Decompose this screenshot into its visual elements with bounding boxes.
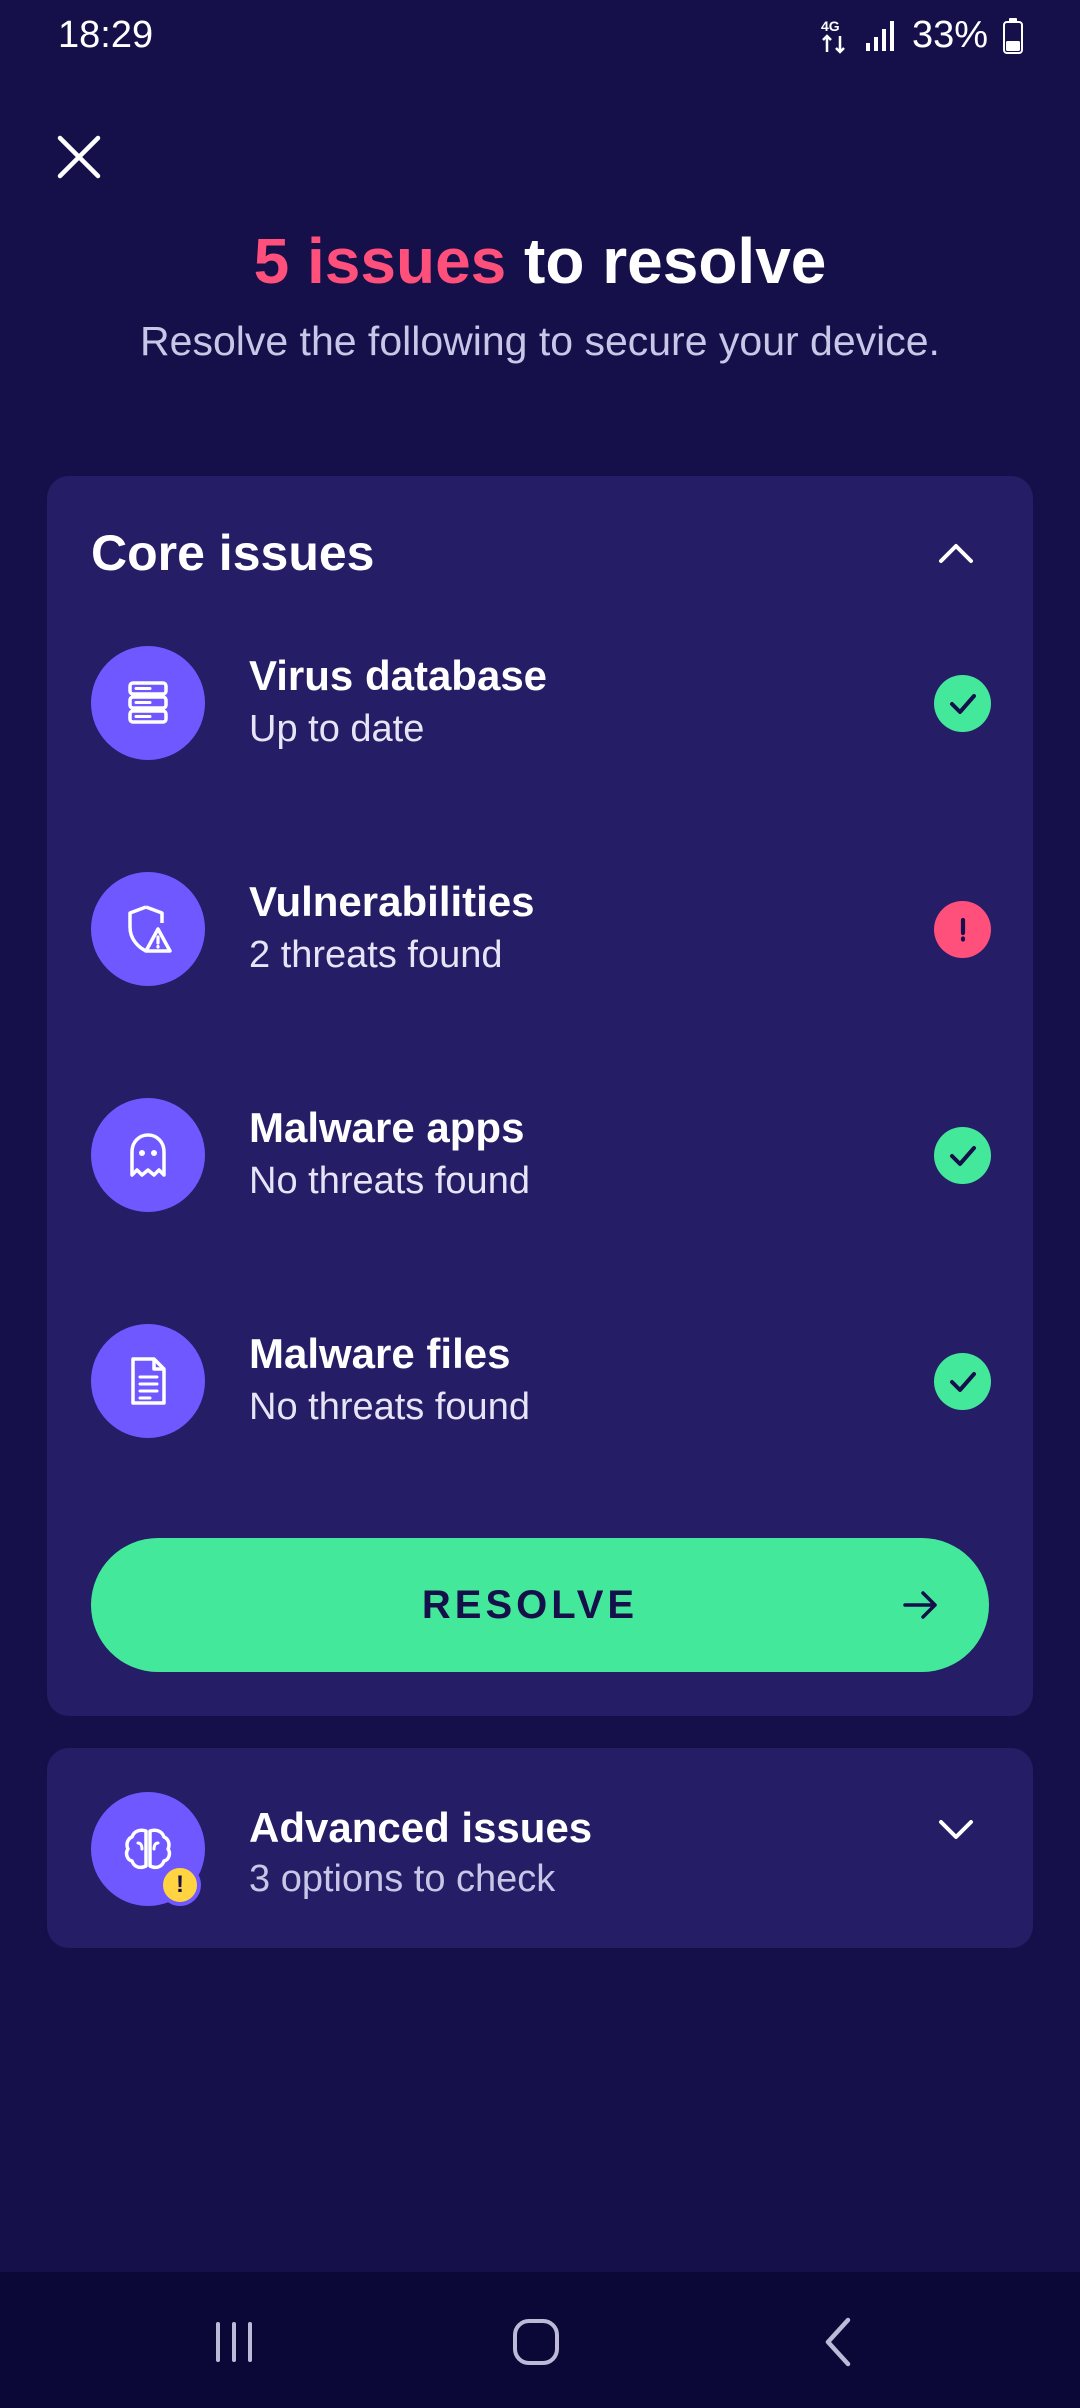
issue-status: 3 options to check <box>249 1858 556 1900</box>
core-issues-card: Core issues Virus database Up to date Vu… <box>47 476 1033 1716</box>
alert-icon <box>934 901 991 958</box>
chevron-up-icon[interactable] <box>935 532 977 574</box>
home-icon[interactable] <box>506 2312 566 2372</box>
issue-status: 2 threats found <box>249 934 503 976</box>
advanced-issues-card[interactable]: ! Advanced issues 3 options to check <box>47 1748 1033 1948</box>
network-4g-icon: 4G <box>821 18 845 54</box>
issue-row-vulnerabilities[interactable]: Vulnerabilities 2 threats found <box>91 872 991 986</box>
shield-warning-icon <box>91 872 205 986</box>
system-nav-bar <box>0 2272 1080 2408</box>
issue-name: Malware apps <box>249 1104 525 1151</box>
recents-icon[interactable] <box>204 2312 264 2372</box>
issues-count: 5 issues <box>253 225 507 297</box>
title-rest: to resolve <box>506 225 827 297</box>
issue-name: Virus database <box>249 652 548 699</box>
status-time: 18:29 <box>58 14 154 56</box>
scan-results-screen: 18:29 4G 33% 5 issues to resolve Resolve… <box>0 0 1080 2408</box>
ghost-icon <box>91 1098 205 1212</box>
core-issues-title: Core issues <box>91 525 375 581</box>
check-icon <box>934 1127 991 1184</box>
battery-icon <box>1003 17 1023 54</box>
back-icon[interactable] <box>810 2312 870 2372</box>
file-icon <box>91 1324 205 1438</box>
issue-row-malware-files[interactable]: Malware files No threats found <box>91 1324 991 1438</box>
issue-name: Advanced issues <box>249 1804 593 1851</box>
close-icon[interactable] <box>56 134 102 180</box>
issue-row-malware-apps[interactable]: Malware apps No threats found <box>91 1098 991 1212</box>
page-subtitle: Resolve the following to secure your dev… <box>140 318 940 364</box>
issue-status: No threats found <box>249 1386 530 1428</box>
status-bar: 18:29 4G 33% <box>0 0 1080 72</box>
resolve-label: RESOLVE <box>421 1582 639 1627</box>
signal-icon <box>865 20 894 51</box>
chevron-down-icon[interactable] <box>935 1808 977 1850</box>
arrow-right-icon <box>903 1591 937 1619</box>
issue-name: Vulnerabilities <box>249 878 535 925</box>
issue-name: Malware files <box>249 1330 511 1377</box>
battery-percent: 33% <box>911 14 988 56</box>
database-icon <box>91 646 205 760</box>
issue-row-virus-database[interactable]: Virus database Up to date <box>91 646 991 760</box>
status-indicators: 4G 33% <box>818 14 1024 57</box>
check-icon <box>934 1353 991 1410</box>
svg-text:4G: 4G <box>821 18 840 34</box>
issue-status: Up to date <box>249 708 425 750</box>
check-icon <box>934 675 991 732</box>
issue-status: No threats found <box>249 1160 530 1202</box>
advanced-issues-row[interactable]: ! Advanced issues 3 options to check <box>91 1792 991 1906</box>
resolve-button[interactable]: RESOLVE <box>91 1538 989 1672</box>
page-title: 5 issues to resolve <box>0 224 1080 298</box>
warning-badge: ! <box>159 1864 201 1906</box>
